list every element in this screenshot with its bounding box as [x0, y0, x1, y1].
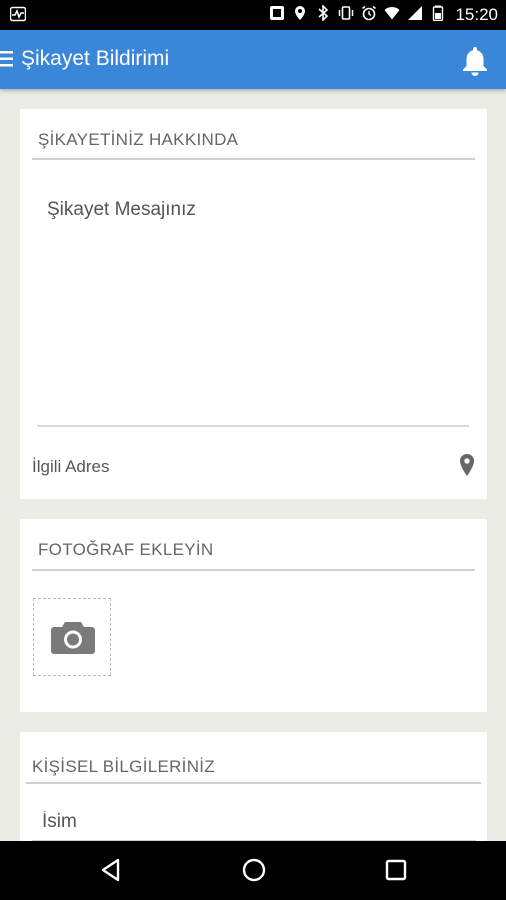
alarm-icon	[361, 5, 377, 26]
nfc-icon	[269, 5, 285, 26]
personal-info-card: KİŞİSEL BİLGİLERİNİZ	[20, 732, 487, 852]
section-title-photo: FOTOĞRAF EKLEYİN	[38, 540, 214, 559]
menu-icon[interactable]	[0, 48, 16, 70]
wifi-icon	[384, 5, 400, 26]
notifications-bell-icon[interactable]	[460, 44, 490, 76]
address-field[interactable]: İlgili Adres	[32, 457, 109, 477]
name-field[interactable]	[32, 804, 476, 840]
add-photo-button[interactable]	[33, 598, 111, 676]
home-button[interactable]	[239, 855, 269, 885]
section-divider	[32, 158, 475, 160]
complaint-details-card: ŞİKAYETİNİZ HAKKINDA İlgili Adres	[20, 109, 487, 499]
page-title: Şikayet Bildirimi	[21, 47, 170, 70]
location-pin-icon[interactable]	[459, 453, 475, 477]
app-bar: Şikayet Bildirimi	[0, 30, 506, 89]
location-icon	[292, 5, 308, 26]
section-divider	[32, 569, 475, 571]
activity-icon	[10, 6, 26, 27]
section-title-personal: KİŞİSEL BİLGİLERİNİZ	[32, 757, 215, 776]
section-title-complaint: ŞİKAYETİNİZ HAKKINDA	[38, 130, 239, 149]
clock-time: 15:20	[455, 5, 498, 24]
message-underline	[37, 425, 469, 427]
complaint-message-input[interactable]	[37, 191, 469, 429]
add-photo-card: FOTOĞRAF EKLEYİN	[20, 519, 487, 712]
camera-icon	[50, 621, 96, 655]
back-button[interactable]	[97, 855, 127, 885]
section-divider	[26, 782, 481, 784]
bluetooth-icon	[315, 4, 331, 26]
system-navigation-bar	[0, 841, 506, 900]
status-bar: 15:20	[0, 0, 506, 30]
vibrate-icon	[338, 5, 354, 26]
battery-icon	[430, 5, 446, 26]
recents-button[interactable]	[381, 855, 411, 885]
signal-icon	[407, 5, 423, 26]
